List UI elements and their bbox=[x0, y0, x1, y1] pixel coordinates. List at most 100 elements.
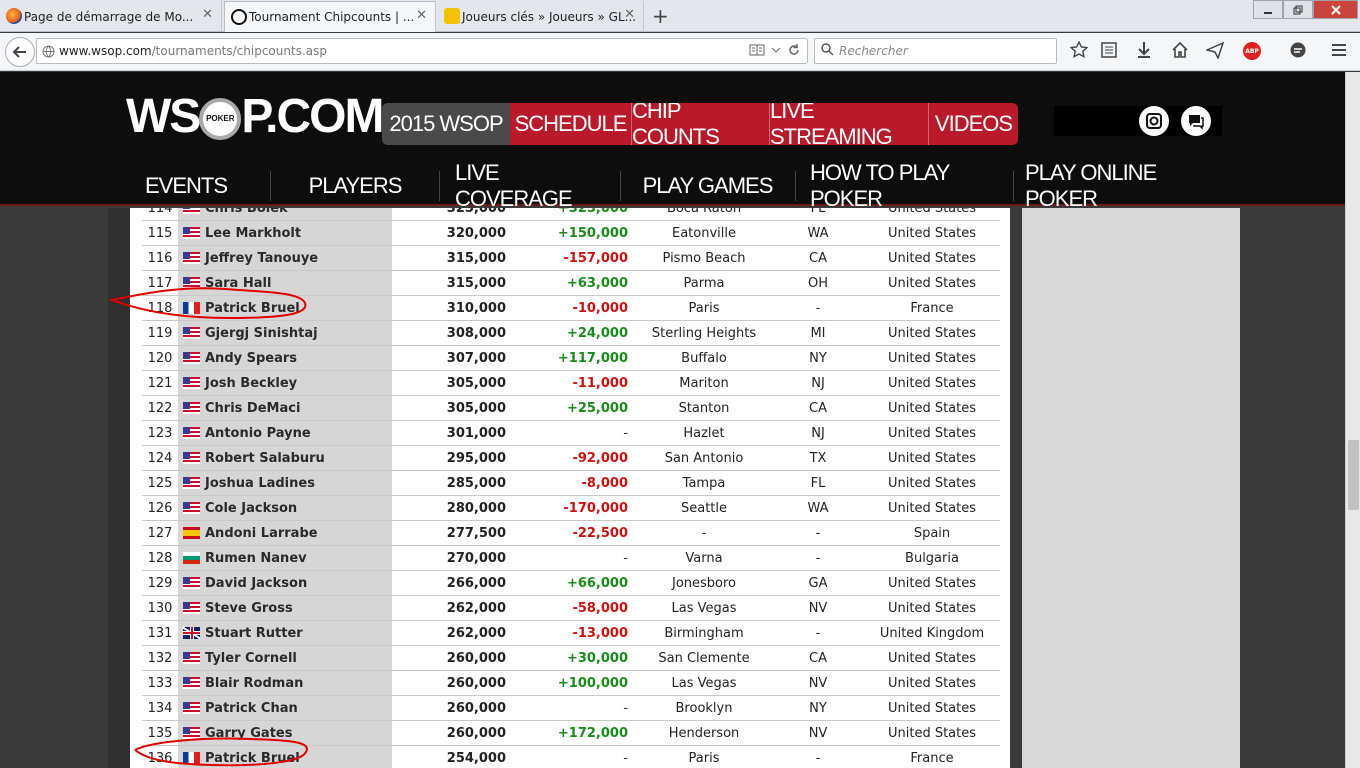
firefox-icon bbox=[6, 8, 22, 24]
player-name-link[interactable]: Joshua Ladines bbox=[205, 471, 315, 496]
player-name-link[interactable]: Robert Salaburu bbox=[205, 446, 325, 471]
chat-icon[interactable] bbox=[1289, 41, 1307, 59]
url-actions bbox=[749, 43, 801, 61]
dropdown-chevron-icon[interactable] bbox=[769, 43, 783, 57]
player-name-link[interactable]: Rumen Nanev bbox=[205, 546, 307, 571]
nav-divider bbox=[439, 171, 440, 201]
country-cell: Bulgaria bbox=[905, 551, 959, 566]
player-name-link[interactable]: Patrick Bruel bbox=[205, 746, 300, 768]
nav-videos[interactable]: VIDEOS bbox=[928, 103, 1018, 145]
player-name-link[interactable]: David Jackson bbox=[205, 571, 307, 596]
close-tab-icon[interactable]: ✕ bbox=[624, 7, 635, 22]
city-cell: Paris bbox=[688, 301, 720, 316]
scrollbar-thumb[interactable] bbox=[1348, 440, 1359, 510]
reader-view-icon[interactable] bbox=[749, 43, 765, 57]
chip-change-cell: -8,000 bbox=[581, 476, 628, 491]
player-name-link[interactable]: Cole Jackson bbox=[205, 496, 297, 521]
nav-schedule[interactable]: SCHEDULE bbox=[510, 103, 631, 145]
main-nav-events[interactable]: EVENTS bbox=[130, 167, 242, 205]
main-nav-how-to-play-poker[interactable]: HOW TO PLAY POKER bbox=[810, 160, 1000, 211]
state-cell: GA bbox=[808, 576, 828, 591]
state-cell: - bbox=[815, 551, 821, 566]
rank-cell: 124 bbox=[147, 451, 173, 466]
city-cell: Brooklyn bbox=[675, 701, 733, 716]
tab-joueurs-cles[interactable]: Joueurs clés » Joueurs » GL... ✕ bbox=[438, 1, 644, 32]
instagram-icon[interactable] bbox=[1139, 106, 1169, 136]
state-cell: WA bbox=[807, 226, 829, 241]
main-nav-players[interactable]: PLAYERS bbox=[300, 167, 410, 205]
player-name-link[interactable]: Gjergj Sinishtaj bbox=[205, 321, 318, 346]
send-icon[interactable] bbox=[1206, 41, 1224, 59]
table-row: 128 Rumen Nanev 270,000 - Varna - Bulgaria bbox=[142, 546, 1000, 571]
rank-cell: 117 bbox=[147, 276, 173, 291]
search-icon bbox=[821, 43, 834, 56]
chat-bubble-icon[interactable] bbox=[1181, 106, 1211, 136]
tab-chipcounts[interactable]: Tournament Chipcounts | ... ✕ bbox=[224, 1, 436, 32]
flag-us-icon bbox=[183, 252, 200, 264]
rank-cell: 133 bbox=[147, 676, 173, 691]
star-icon[interactable] bbox=[1070, 41, 1088, 59]
page-scrollbar[interactable] bbox=[1345, 72, 1360, 768]
chip-change-cell: +63,000 bbox=[566, 276, 628, 291]
minimize-button[interactable] bbox=[1253, 0, 1283, 19]
close-tab-icon[interactable]: ✕ bbox=[202, 7, 213, 22]
state-cell: NV bbox=[808, 601, 828, 616]
player-name-link[interactable]: Andoni Larrabe bbox=[205, 521, 318, 546]
player-name-link[interactable]: Lee Markholt bbox=[205, 221, 301, 246]
city-cell: Hazlet bbox=[683, 426, 725, 441]
city-cell: Tampa bbox=[682, 476, 726, 491]
player-name-link[interactable]: Josh Beckley bbox=[205, 371, 297, 396]
left-gutter bbox=[108, 208, 130, 768]
player-name-link[interactable]: Garry Gates bbox=[205, 721, 292, 746]
main-nav-play-games[interactable]: PLAY GAMES bbox=[640, 167, 775, 205]
reading-list-icon[interactable] bbox=[1101, 41, 1117, 59]
main-nav-play-online-poker[interactable]: PLAY ONLINE POKER bbox=[1025, 160, 1205, 211]
player-name-link[interactable]: Jeffrey Tanouye bbox=[205, 246, 318, 271]
adblock-icon[interactable]: ABP bbox=[1243, 42, 1261, 60]
player-name-link[interactable]: Blair Rodman bbox=[205, 671, 303, 696]
player-name-link[interactable]: Patrick Bruel bbox=[205, 296, 300, 321]
rank-cell: 126 bbox=[147, 501, 173, 516]
rank-cell: 122 bbox=[147, 401, 173, 416]
player-name-link[interactable]: Tyler Cornell bbox=[205, 646, 297, 671]
close-tab-icon[interactable]: ✕ bbox=[416, 8, 427, 23]
chips-cell: 320,000 bbox=[446, 226, 506, 241]
tab-start-page[interactable]: Page de démarrage de Mo... ✕ bbox=[0, 1, 222, 32]
nav-chip-counts[interactable]: CHIP COUNTS bbox=[631, 103, 769, 145]
city-cell: Birmingham bbox=[664, 626, 744, 641]
chip-change-cell: - bbox=[623, 751, 628, 766]
chip-change-cell: +25,000 bbox=[566, 401, 628, 416]
home-icon[interactable] bbox=[1171, 41, 1189, 59]
player-name-link[interactable]: Antonio Payne bbox=[205, 421, 311, 446]
browser-nav-bar: www.wsop.com/tournaments/chipcounts.asp … bbox=[0, 33, 1360, 71]
player-name-link[interactable]: Stuart Rutter bbox=[205, 621, 303, 646]
player-cell: Sara Hall bbox=[178, 271, 392, 295]
download-icon[interactable] bbox=[1136, 41, 1152, 59]
wsop-logo[interactable]: WS POKER P.COM bbox=[126, 89, 384, 144]
search-input[interactable]: Rechercher bbox=[814, 38, 1057, 64]
country-cell: United States bbox=[887, 226, 977, 241]
player-name-link[interactable]: Sara Hall bbox=[205, 271, 271, 296]
city-cell: Stanton bbox=[678, 401, 730, 416]
nav-2015-wsop[interactable]: 2015 WSOP bbox=[382, 103, 510, 145]
player-cell: David Jackson bbox=[178, 571, 392, 595]
flag-us-icon bbox=[183, 577, 200, 589]
main-nav-live-coverage[interactable]: LIVE COVERAGE bbox=[455, 160, 605, 211]
back-button[interactable] bbox=[5, 37, 35, 67]
logo-text-left: WS bbox=[126, 90, 201, 143]
chip-change-cell: -58,000 bbox=[572, 601, 628, 616]
restore-button[interactable] bbox=[1283, 0, 1313, 19]
new-tab-button[interactable]: + bbox=[652, 4, 669, 28]
player-name-link[interactable]: Andy Spears bbox=[205, 346, 297, 371]
chips-cell: 305,000 bbox=[446, 401, 506, 416]
player-name-link[interactable]: Steve Gross bbox=[205, 596, 293, 621]
player-name-link[interactable]: Patrick Chan bbox=[205, 696, 298, 721]
url-bar[interactable]: www.wsop.com/tournaments/chipcounts.asp bbox=[36, 38, 808, 64]
player-name-link[interactable]: Chris Bolek bbox=[205, 208, 288, 221]
nav-live-streaming[interactable]: LIVE STREAMING bbox=[769, 103, 928, 145]
reload-icon[interactable] bbox=[787, 43, 801, 57]
table-row: 122 Chris DeMaci 305,000 +25,000 Stanton CA Un… bbox=[142, 396, 1000, 421]
player-name-link[interactable]: Chris DeMaci bbox=[205, 396, 300, 421]
menu-icon[interactable] bbox=[1330, 41, 1348, 59]
close-window-button[interactable] bbox=[1313, 0, 1358, 19]
